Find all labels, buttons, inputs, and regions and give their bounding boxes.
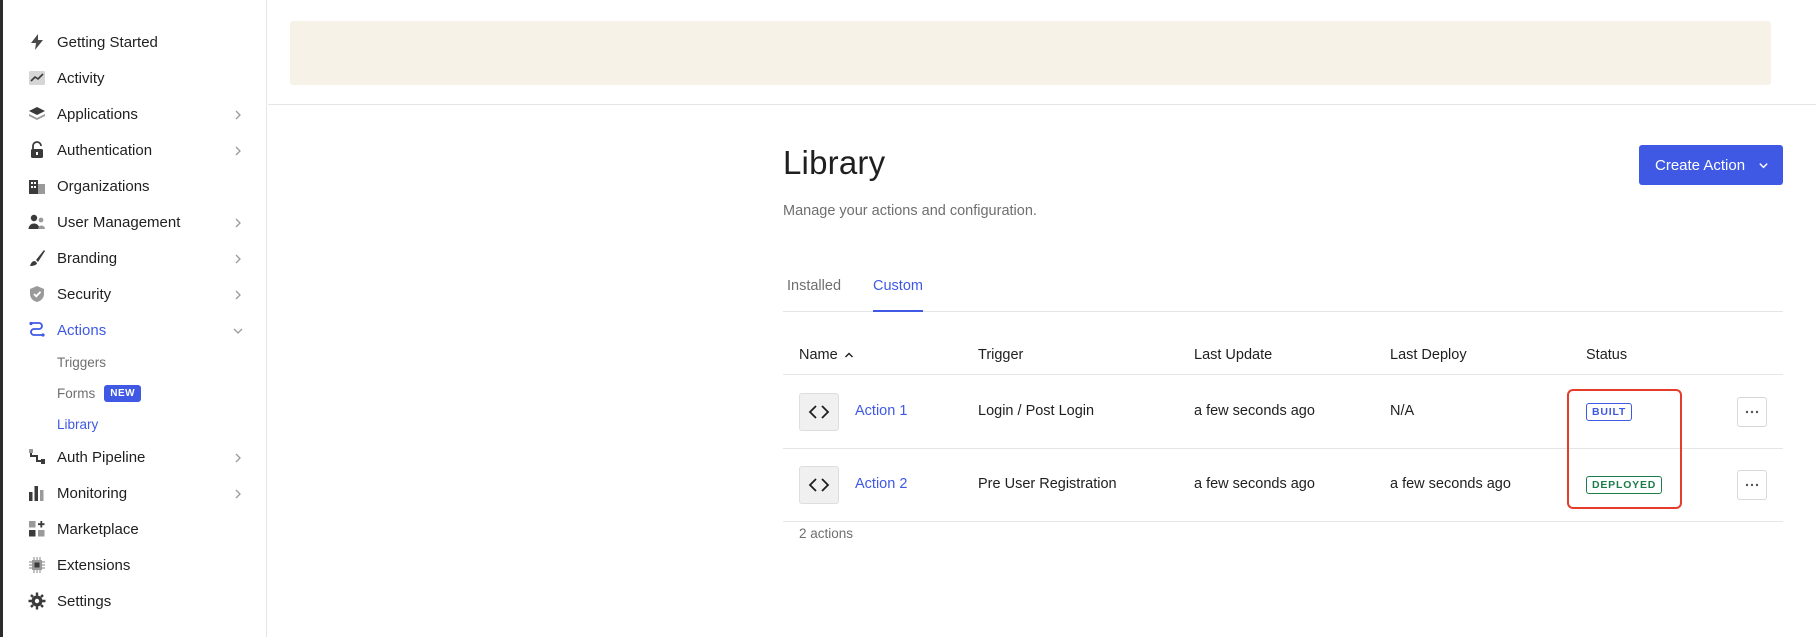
more-options-button[interactable] <box>1737 397 1767 427</box>
column-header-trigger: Trigger <box>978 347 1024 363</box>
sidebar-subitem-triggers[interactable]: Triggers <box>57 351 106 373</box>
sidebar-item-branding[interactable]: Branding <box>26 243 244 273</box>
sidebar-item-actions[interactable]: Actions <box>26 315 244 345</box>
sidebar-item-label: Applications <box>57 105 138 123</box>
status-badge: DEPLOYED <box>1586 476 1663 494</box>
header-divider <box>268 104 1816 105</box>
action-last-deploy: N/A <box>1390 403 1415 419</box>
sidebar-subitem-label: Library <box>57 416 99 432</box>
sidebar-item-activity[interactable]: Activity <box>26 63 244 93</box>
sidebar-item-label: Marketplace <box>57 520 139 538</box>
chevron-right-icon <box>232 216 244 228</box>
sidebar-item-marketplace[interactable]: Marketplace <box>26 514 244 544</box>
sidebar-subitem-forms[interactable]: Forms NEW <box>57 382 142 404</box>
status-badge: BUILT <box>1586 403 1633 421</box>
sidebar-item-settings[interactable]: Settings <box>26 586 244 616</box>
chevron-right-icon <box>232 252 244 264</box>
chevron-down-icon <box>1759 163 1768 169</box>
chevron-down-icon <box>232 324 244 336</box>
column-header-last-deploy: Last Deploy <box>1390 347 1467 363</box>
sidebar-item-label: Extensions <box>57 556 131 574</box>
sidebar-item-label: Actions <box>57 321 107 339</box>
brush-icon <box>26 247 48 269</box>
page-title: Library <box>783 144 886 181</box>
sidebar-item-organizations[interactable]: Organizations <box>26 171 244 201</box>
sidebar-item-label: Security <box>57 285 112 303</box>
action-name-link[interactable]: Action 1 <box>855 403 907 419</box>
sidebar-item-getting-started[interactable]: Getting Started <box>26 27 244 57</box>
table-row: Action 2 Pre User Registration a few sec… <box>783 449 1783 522</box>
building-icon <box>26 175 48 197</box>
chevron-right-icon <box>232 487 244 499</box>
sidebar-item-label: Auth Pipeline <box>57 448 146 466</box>
sidebar-subitem-library[interactable]: Library <box>57 413 98 435</box>
sidebar-item-auth-pipeline[interactable]: Auth Pipeline <box>26 442 244 472</box>
sidebar-item-applications[interactable]: Applications <box>26 99 244 129</box>
column-header-last-update: Last Update <box>1194 347 1273 363</box>
page-subtitle: Manage your actions and configuration. <box>783 203 1037 219</box>
code-icon <box>799 466 839 504</box>
actions-flow-icon <box>26 319 48 341</box>
ellipsis-icon <box>1745 410 1759 414</box>
more-options-button[interactable] <box>1737 470 1767 500</box>
sidebar-item-label: Activity <box>57 69 105 87</box>
sidebar-item-user-management[interactable]: User Management <box>26 207 244 237</box>
pipeline-icon <box>26 446 48 468</box>
sidebar-item-label: Branding <box>57 249 118 267</box>
activity-chart-icon <box>26 67 48 89</box>
announcement-banner <box>290 21 1771 85</box>
sidebar-item-authentication[interactable]: Authentication <box>26 135 244 165</box>
gear-icon <box>26 590 48 612</box>
layers-icon <box>26 103 48 125</box>
bolt-icon <box>26 31 48 53</box>
sidebar-subitem-label: Triggers <box>57 354 107 370</box>
code-icon <box>799 393 839 431</box>
column-header-name[interactable]: Name <box>799 347 854 363</box>
chevron-right-icon <box>232 144 244 156</box>
sidebar-item-security[interactable]: Security <box>26 279 244 309</box>
sidebar-item-label: Monitoring <box>57 484 128 502</box>
table-row: Action 1 Login / Post Login a few second… <box>783 376 1783 449</box>
create-action-button[interactable]: Create Action <box>1639 145 1783 185</box>
chevron-right-icon <box>232 451 244 463</box>
action-last-deploy: a few seconds ago <box>1390 476 1511 492</box>
ellipsis-icon <box>1745 483 1759 487</box>
sidebar-item-monitoring[interactable]: Monitoring <box>26 478 244 508</box>
chevron-right-icon <box>232 288 244 300</box>
column-header-label: Name <box>799 347 838 363</box>
tab-installed[interactable]: Installed <box>787 278 841 312</box>
lock-open-icon <box>26 139 48 161</box>
sidebar-item-label: Organizations <box>57 177 150 195</box>
sidebar-item-label: Authentication <box>57 141 153 159</box>
chevron-right-icon <box>232 108 244 120</box>
sidebar-item-label: User Management <box>57 213 181 231</box>
action-last-update: a few seconds ago <box>1194 403 1315 419</box>
users-icon <box>26 211 48 233</box>
sidebar-item-label: Settings <box>57 592 112 610</box>
library-tabs: Installed Custom <box>783 270 1783 312</box>
sidebar-item-label: Getting Started <box>57 33 158 51</box>
tab-custom[interactable]: Custom <box>873 278 923 312</box>
action-last-update: a few seconds ago <box>1194 476 1315 492</box>
column-header-status: Status <box>1586 347 1628 363</box>
action-name-link[interactable]: Action 2 <box>855 476 907 492</box>
bar-chart-icon <box>26 482 48 504</box>
create-action-label: Create Action <box>1655 156 1746 174</box>
chip-icon <box>26 554 48 576</box>
action-trigger: Pre User Registration <box>978 476 1117 492</box>
action-trigger: Login / Post Login <box>978 403 1095 419</box>
table-footer-count: 2 actions <box>799 526 854 541</box>
table-header: Name Trigger Last Update Last Deploy Sta… <box>783 340 1783 375</box>
sort-ascending-icon <box>844 352 853 358</box>
new-badge: NEW <box>104 384 142 402</box>
shield-check-icon <box>26 283 48 305</box>
sidebar-item-extensions[interactable]: Extensions <box>26 550 244 580</box>
sidebar-subitem-label: Forms <box>57 385 96 401</box>
grid-plus-icon <box>26 518 48 540</box>
sidebar: Getting Started Activity Applications Au… <box>0 0 267 637</box>
